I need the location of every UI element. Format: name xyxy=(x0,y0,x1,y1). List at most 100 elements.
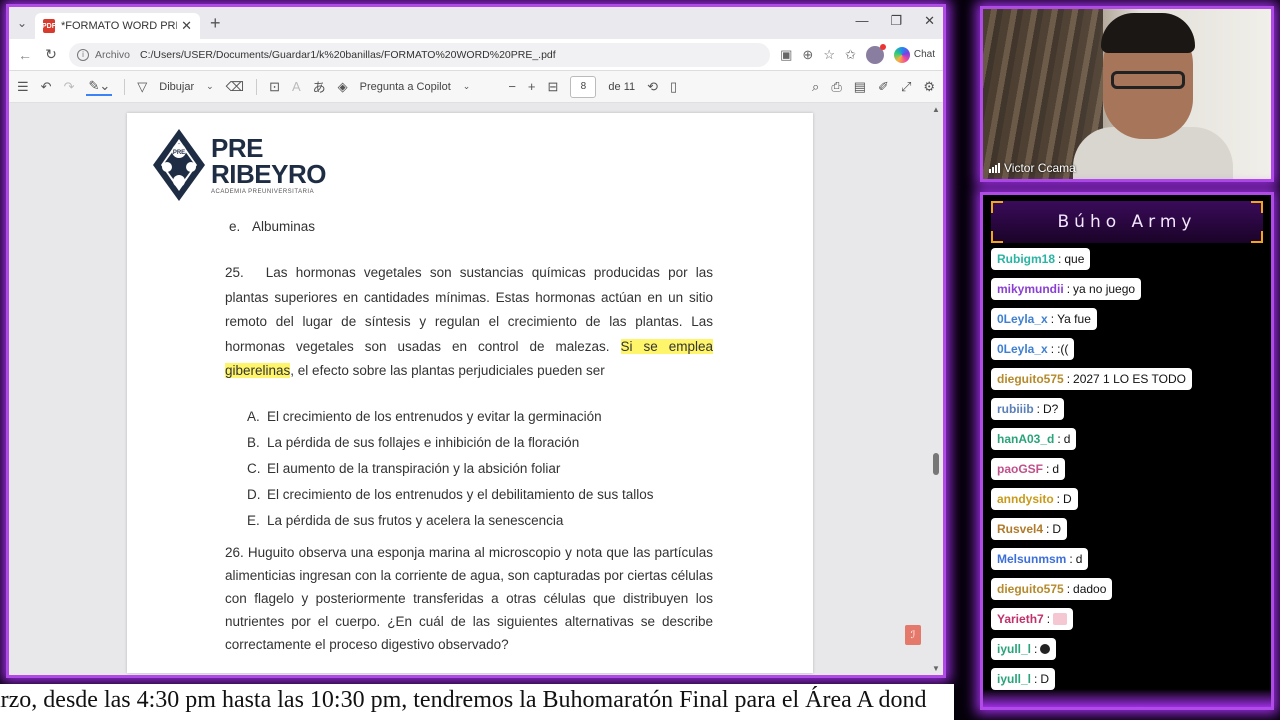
tab-actions-menu[interactable]: ⌄ xyxy=(9,7,35,39)
pdf-viewer[interactable]: PRE PRE RIBEYRO ACADEMIA PREUNIVERSITARI… xyxy=(9,103,943,675)
scrollbar-thumb[interactable] xyxy=(933,453,939,475)
chat-username[interactable]: 0Leyla_x xyxy=(997,312,1048,326)
settings-gear-icon[interactable]: ⚙ xyxy=(923,79,935,95)
zoom-icon[interactable]: ⊕ xyxy=(802,47,813,63)
chat-message: Rusvel4: D xyxy=(991,518,1068,540)
chat-separator: : xyxy=(1050,312,1055,326)
toolbar-divider xyxy=(256,78,258,95)
highlight-icon[interactable]: ✎⌄ xyxy=(86,78,113,96)
ask-copilot-button[interactable]: Pregunta a Copilot xyxy=(360,81,451,93)
adobe-pdf-icon[interactable]: ℐ xyxy=(905,625,921,645)
back-icon[interactable]: ← xyxy=(17,47,33,63)
chevron-down-icon[interactable]: ⌄ xyxy=(206,81,214,92)
chat-title: Búho Army xyxy=(1057,212,1197,232)
copilot-button[interactable]: Chat xyxy=(893,46,935,63)
minimize-icon[interactable]: — xyxy=(855,13,868,29)
chat-username[interactable]: Melsunmsm xyxy=(997,552,1066,566)
chat-message-row: paoGSF: d xyxy=(991,458,1263,488)
vertical-scrollbar[interactable]: ▲ ▼ xyxy=(931,103,941,675)
chat-separator: : xyxy=(1056,492,1061,506)
chat-message-row: hanA03_d: d xyxy=(991,428,1263,458)
option-a: A. El crecimiento de los entrenudos y evi… xyxy=(247,408,602,424)
draw-button[interactable]: Dibujar xyxy=(159,81,194,93)
app-available-icon[interactable]: ▣ xyxy=(780,47,792,63)
chat-text: :(( xyxy=(1057,342,1069,356)
chat-username[interactable]: Rubigm18 xyxy=(997,252,1055,266)
print-icon[interactable]: ⎙ xyxy=(831,79,841,95)
chat-message: Melsunmsm: d xyxy=(991,548,1089,570)
zoom-out-icon[interactable]: − xyxy=(508,79,516,94)
profile-avatar[interactable] xyxy=(865,43,886,64)
chat-username[interactable]: 0Leyla_x xyxy=(997,342,1048,356)
info-icon[interactable]: i xyxy=(77,48,89,61)
page-number-input[interactable]: 8 xyxy=(570,75,597,98)
chevron-down-icon[interactable]: ⌄ xyxy=(463,81,471,92)
scroll-down-icon[interactable]: ▼ xyxy=(932,664,940,673)
logo-line-1: PRE xyxy=(211,133,263,163)
dot-icon xyxy=(1040,644,1051,654)
fullscreen-icon[interactable]: ⤢ xyxy=(901,79,911,95)
chat-username[interactable]: iyull_l xyxy=(997,642,1031,656)
read-aloud-icon[interactable]: A xyxy=(292,79,301,94)
copilot-ask-icon[interactable]: ◈ xyxy=(338,79,348,95)
favorite-star-icon[interactable]: ☆ xyxy=(823,47,835,63)
chat-username[interactable]: iyull_l xyxy=(997,672,1031,686)
chat-message: iyull_l: xyxy=(991,638,1057,660)
fit-page-icon[interactable]: ⊟ xyxy=(548,79,559,95)
chat-text: D xyxy=(1063,492,1072,506)
close-window-icon[interactable]: ✕ xyxy=(924,13,935,29)
eraser-icon[interactable]: ⌫ xyxy=(226,79,244,95)
academy-logo: PRE PRE RIBEYRO ACADEMIA PREUNIVERSITARI… xyxy=(151,127,326,203)
page-view-icon[interactable]: ▯ xyxy=(670,79,677,95)
scroll-up-icon[interactable]: ▲ xyxy=(932,105,940,114)
zoom-in-icon[interactable]: + xyxy=(528,79,536,94)
toolbar-divider xyxy=(124,78,126,95)
chat-message-row: anndysito: D xyxy=(991,488,1263,518)
new-tab-icon[interactable]: + xyxy=(210,13,221,34)
chat-message: Rubigm18: que xyxy=(991,248,1091,270)
chat-text: d xyxy=(1075,552,1083,566)
chat-message: dieguito575: dadoo xyxy=(991,578,1113,600)
question-26: 26. Huguito observa una esponja marina a… xyxy=(225,545,713,652)
chat-username[interactable]: anndysito xyxy=(997,492,1054,506)
chat-message-row: mikymundii: ya no juego xyxy=(991,278,1263,308)
pdf-icon: PDF xyxy=(42,19,56,33)
rotate-icon[interactable]: ⟲ xyxy=(647,79,658,95)
url-field[interactable]: i Archivo C:/Users/USER/Documents/Guarda… xyxy=(69,42,771,67)
redo-icon[interactable]: ↷ xyxy=(64,79,75,95)
chat-username[interactable]: dieguito575 xyxy=(997,582,1064,596)
contents-icon[interactable]: ☰ xyxy=(17,79,29,95)
window-controls: — ❐ ✕ xyxy=(855,13,935,29)
chat-message: rubiiib: D? xyxy=(991,398,1065,420)
undo-icon[interactable]: ↶ xyxy=(41,79,52,95)
url-scheme-label: Archivo xyxy=(95,48,131,61)
search-icon[interactable]: ⌕ xyxy=(812,79,819,95)
translate-icon[interactable]: あ xyxy=(313,77,326,96)
chat-username[interactable]: rubiiib xyxy=(997,402,1034,416)
chat-message-row: 0Leyla_x::(( xyxy=(991,338,1263,368)
chat-separator: : xyxy=(1046,522,1050,536)
chat-message-row: Yarieth7: xyxy=(991,608,1263,638)
browser-window: ⌄ PDF *FORMATO WORD PRE_.pdf ✕ + — ❐ ✕ ←… xyxy=(6,4,946,678)
browser-tab[interactable]: PDF *FORMATO WORD PRE_.pdf ✕ xyxy=(35,13,200,39)
url-text[interactable]: C:/Users/USER/Documents/Guardar1/k%20ban… xyxy=(140,49,556,61)
chat-separator: : xyxy=(1050,342,1055,356)
chat-username[interactable]: Yarieth7 xyxy=(997,612,1044,626)
chat-separator: : xyxy=(1057,432,1061,446)
chat-message: dieguito575:2027 1 LO ES TODO xyxy=(991,368,1192,390)
save-icon[interactable]: ▤ xyxy=(854,79,866,95)
chat-username[interactable]: Rusvel4 xyxy=(997,522,1043,536)
chat-username[interactable]: hanA03_d xyxy=(997,432,1054,446)
text-box-icon[interactable]: ⊡ xyxy=(269,79,280,95)
save-as-icon[interactable]: ✐ xyxy=(878,79,889,95)
question-25: 25. Las hormonas vegetales son sustancias… xyxy=(225,261,713,384)
chat-username[interactable]: paoGSF xyxy=(997,462,1043,476)
favorites-icon[interactable]: ✩ xyxy=(845,47,856,63)
refresh-icon[interactable]: ↻ xyxy=(43,46,59,63)
chat-username[interactable]: mikymundii xyxy=(997,282,1064,296)
chat-username[interactable]: dieguito575 xyxy=(997,372,1064,386)
draw-icon[interactable]: ▽ xyxy=(137,79,147,95)
previous-option: e. Albuminas xyxy=(229,219,315,234)
close-tab-icon[interactable]: ✕ xyxy=(181,18,192,34)
restore-icon[interactable]: ❐ xyxy=(890,13,902,29)
